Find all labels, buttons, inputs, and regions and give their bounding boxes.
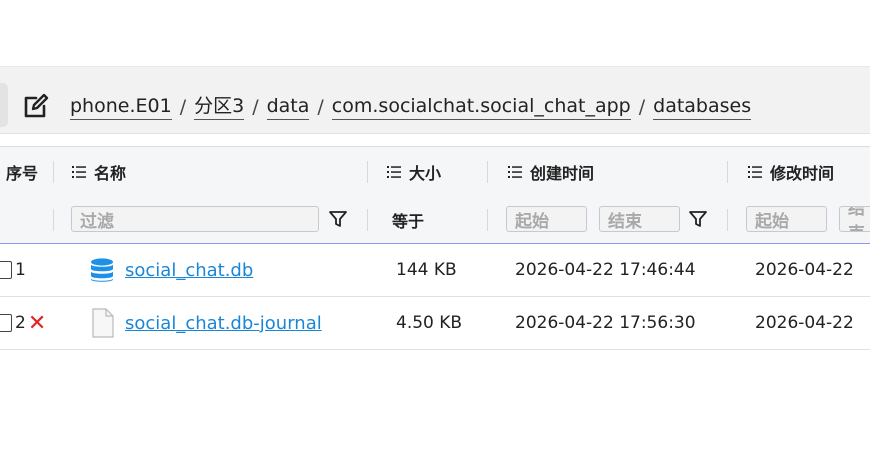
row-index-cell: 1 <box>0 244 26 296</box>
filter-row: 过滤 等于 起始 结束 起始 结束 <box>0 197 870 244</box>
row-index: 2 <box>15 313 26 333</box>
list-icon <box>748 166 762 178</box>
breadcrumb-separator: / <box>638 96 646 118</box>
column-header-index[interactable]: 序号 <box>6 147 38 197</box>
created-end-placeholder: 结束 <box>608 211 642 232</box>
table-header-row: 序号 名称 大小 创建时间 修改时间 <box>0 146 870 198</box>
row-modified-value: 2026-04-22 <box>755 260 854 280</box>
name-filter-input[interactable]: 过滤 <box>71 206 319 232</box>
modified-start-placeholder: 起始 <box>755 211 789 232</box>
size-filter-operator-label: 等于 <box>392 212 425 231</box>
column-header-name[interactable]: 名称 <box>72 147 126 197</box>
row-created-value: 2026-04-22 17:46:44 <box>515 260 696 280</box>
column-divider[interactable] <box>727 161 728 183</box>
column-header-size[interactable]: 大小 <box>387 147 441 197</box>
created-start-input[interactable]: 起始 <box>506 206 587 232</box>
breadcrumb-item-data[interactable]: data <box>266 94 310 120</box>
list-icon <box>387 166 401 178</box>
created-start-placeholder: 起始 <box>515 211 549 232</box>
column-header-modified-label: 修改时间 <box>770 164 835 183</box>
file-name-link[interactable]: social_chat.db-journal <box>125 313 322 334</box>
row-checkbox[interactable] <box>0 261 12 279</box>
breadcrumb-item-partition[interactable]: 分区3 <box>194 94 245 120</box>
modified-end-placeholder: 结束 <box>848 206 865 231</box>
row-index-cell: 2 ✕ <box>0 297 46 349</box>
filter-funnel-icon[interactable] <box>328 209 348 229</box>
breadcrumb-item-package[interactable]: com.socialchat.social_chat_app <box>331 94 631 120</box>
table-row[interactable]: 2 ✕ social_chat.db-journal 4.50 KB 2026-… <box>0 297 870 350</box>
size-filter-operator[interactable]: 等于 <box>392 197 424 243</box>
list-icon <box>72 166 86 178</box>
table-row[interactable]: 1 social_chat.db 144 KB 2026-04-22 17:46… <box>0 244 870 297</box>
list-icon <box>508 166 522 178</box>
column-header-created-label: 创建时间 <box>530 164 595 183</box>
edit-icon[interactable] <box>22 92 50 120</box>
breadcrumb: phone.E01 / 分区3 / data / com.socialchat.… <box>70 92 752 122</box>
top-blank-area <box>0 0 870 64</box>
column-header-name-label: 名称 <box>94 164 127 183</box>
column-divider <box>367 209 368 231</box>
column-header-modified[interactable]: 修改时间 <box>748 147 834 197</box>
filter-funnel-icon[interactable] <box>688 209 708 229</box>
database-icon <box>91 258 113 282</box>
row-name-cell: social_chat.db <box>89 244 253 296</box>
file-icon <box>92 308 114 338</box>
column-divider <box>487 209 488 231</box>
breadcrumb-item-device[interactable]: phone.E01 <box>70 94 172 120</box>
breadcrumb-separator: / <box>252 96 259 118</box>
column-divider <box>53 209 54 231</box>
modified-end-input[interactable]: 结束 <box>839 206 870 232</box>
column-divider <box>727 209 728 231</box>
row-modified: 2026-04-22 <box>755 244 854 296</box>
breadcrumb-separator: / <box>317 96 324 118</box>
column-divider[interactable] <box>367 161 368 183</box>
row-size-value: 144 KB <box>396 260 457 280</box>
column-header-created[interactable]: 创建时间 <box>508 147 594 197</box>
row-modified-value: 2026-04-22 <box>755 313 854 333</box>
row-created-value: 2026-04-22 17:56:30 <box>515 313 696 333</box>
row-name-cell: social_chat.db-journal <box>91 297 322 349</box>
row-size-value: 4.50 KB <box>396 313 463 333</box>
name-filter-placeholder: 过滤 <box>80 211 114 232</box>
left-panel-edge[interactable] <box>0 83 8 127</box>
created-end-input[interactable]: 结束 <box>599 206 680 232</box>
deleted-x-icon: ✕ <box>27 310 47 336</box>
row-modified: 2026-04-22 <box>755 297 854 349</box>
row-created: 2026-04-22 17:56:30 <box>515 297 696 349</box>
breadcrumb-separator: / <box>179 96 187 118</box>
column-divider[interactable] <box>53 161 54 183</box>
row-size: 144 KB <box>396 244 457 296</box>
column-header-index-label: 序号 <box>6 164 39 183</box>
breadcrumb-item-databases[interactable]: databases <box>653 94 752 120</box>
file-name-link[interactable]: social_chat.db <box>125 260 253 281</box>
row-size: 4.50 KB <box>396 297 462 349</box>
modified-start-input[interactable]: 起始 <box>746 206 827 232</box>
row-checkbox[interactable] <box>0 314 12 332</box>
column-divider[interactable] <box>487 161 488 183</box>
row-index: 1 <box>15 260 26 280</box>
row-created: 2026-04-22 17:46:44 <box>515 244 696 296</box>
column-header-size-label: 大小 <box>409 164 442 183</box>
